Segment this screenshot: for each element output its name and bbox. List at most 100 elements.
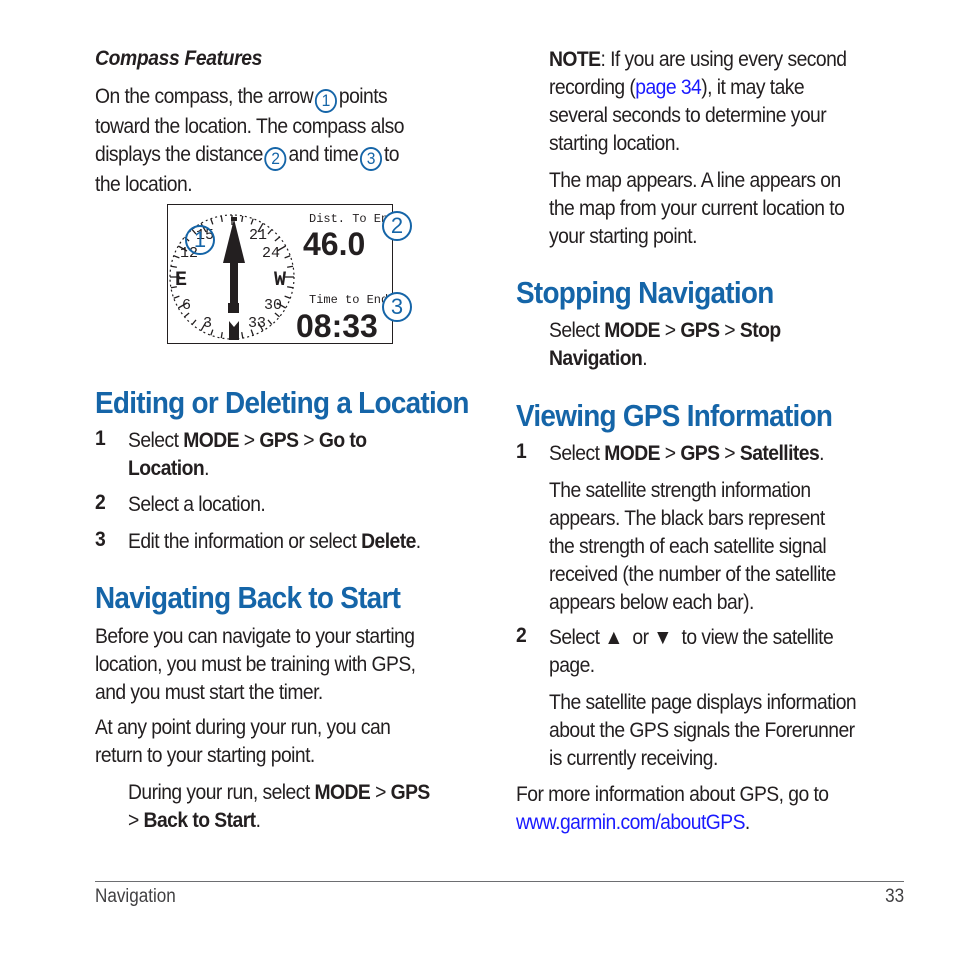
text: location, you must be training with GPS,	[95, 653, 416, 676]
time-label: Time to End	[309, 293, 388, 307]
text: .	[642, 347, 648, 370]
text: >	[298, 429, 319, 452]
text: page.	[549, 654, 595, 677]
text: The map appears. A line appears on	[549, 169, 841, 192]
down-arrow-icon: ▼	[653, 626, 672, 649]
text: points	[338, 85, 388, 108]
text: The satellite page displays information	[549, 691, 857, 714]
menu-gps: GPS	[390, 781, 431, 804]
dial-tick	[287, 286, 294, 289]
figure-callout-2-icon: 2	[382, 211, 412, 241]
text: Select	[549, 319, 605, 342]
more-info-paragraph: For more information about GPS, go to ww…	[516, 781, 856, 837]
text: displays the distance	[95, 143, 263, 166]
text: received (the number of the satellite	[549, 563, 836, 586]
dial-tick	[170, 265, 177, 268]
text: starting location.	[549, 132, 680, 155]
back-to-start-para-1: Before you can navigate to your starting…	[95, 623, 443, 707]
text: return to your starting point.	[95, 744, 315, 767]
step-number: 2	[516, 624, 527, 647]
dial-tick	[241, 332, 244, 339]
callout-3-icon: 3	[360, 147, 383, 171]
editing-step-2: Select a location.	[128, 491, 277, 519]
text: Select	[549, 626, 605, 649]
dial-tick	[284, 255, 291, 259]
map-paragraph: The map appears. A line appears on the m…	[549, 167, 870, 251]
dial-label-6: 6	[182, 297, 191, 314]
page-34-link[interactable]: page 34	[635, 76, 702, 99]
menu-stop: Stop	[739, 319, 781, 342]
dial-label-30: 30	[264, 297, 282, 314]
text: to view the satellite	[671, 626, 834, 649]
figure-callout-3-icon: 3	[382, 292, 412, 322]
menu-mode: MODE	[604, 319, 660, 342]
dial-tick	[250, 218, 254, 225]
step-number: 3	[95, 528, 106, 551]
text: Edit the information or select	[128, 530, 362, 553]
compass-arrow-icon	[223, 217, 245, 340]
dist-label: Dist. To End	[309, 212, 393, 226]
text: >	[659, 319, 681, 342]
garmin-gps-link[interactable]: www.garmin.com/aboutGPS	[516, 811, 745, 834]
back-to-start-heading: Navigating Back to Start	[95, 580, 401, 615]
up-arrow-icon: ▲	[604, 626, 623, 649]
time-value: 08:33	[296, 308, 378, 344]
back-to-start-instruction: During your run, select MODE > GPS > Bac…	[128, 779, 456, 835]
footer-divider	[95, 881, 904, 882]
dial-tick	[191, 319, 197, 325]
viewing-step-2: Select ▲ or ▼ to view the satellite page…	[549, 624, 858, 680]
text: about the GPS signals the Forerunner	[549, 719, 855, 742]
menu-delete: Delete	[361, 530, 416, 553]
dial-tick	[173, 255, 180, 259]
text: and you must start the timer.	[95, 681, 323, 704]
text: your starting point.	[549, 225, 697, 248]
text: to	[383, 143, 400, 166]
editing-step-3: Edit the information or select Delete.	[128, 528, 446, 556]
dist-value: 46.0	[303, 226, 365, 262]
menu-satellites: Satellites	[739, 442, 820, 465]
menu-back-to-start: Back to Start	[143, 809, 257, 832]
dial-label-24: 24	[262, 245, 280, 262]
dial-tick	[173, 295, 180, 299]
text: recording (	[549, 76, 636, 99]
step-number: 1	[516, 440, 527, 463]
stopping-instruction: Select MODE > GPS > Stop Navigation.	[549, 317, 801, 373]
text: During your run, select	[128, 781, 315, 804]
text: .	[415, 530, 421, 553]
footer-page-number: 33	[884, 886, 904, 907]
note-paragraph: NOTE: If you are using every second reco…	[549, 46, 872, 158]
dial-tick	[220, 215, 223, 222]
dial-tick	[267, 229, 273, 235]
text: the map from your current location to	[549, 197, 845, 220]
text: Before you can navigate to your starting	[95, 625, 415, 648]
text: >	[659, 442, 681, 465]
note-label: NOTE	[549, 48, 601, 71]
dial-label-w: W	[274, 269, 286, 292]
text: Select	[549, 442, 605, 465]
menu-mode: MODE	[183, 429, 239, 452]
dial-tick	[274, 236, 280, 242]
text: Select a location.	[128, 493, 266, 516]
compass-features-paragraph: On the compass, the arrow 1 points toward …	[95, 83, 431, 199]
dial-label-33: 33	[248, 315, 266, 332]
dial-tick	[267, 319, 273, 325]
back-to-start-para-2: At any point during your run, you can re…	[95, 714, 416, 770]
step-number: 1	[95, 427, 106, 450]
dial-label-e: E	[175, 269, 187, 292]
text: toward the location. The compass also	[95, 115, 404, 138]
footer-section: Navigation	[95, 886, 176, 907]
menu-navigation: Navigation	[549, 347, 643, 370]
text: On the compass, the arrow	[95, 85, 314, 108]
dial-tick	[287, 265, 294, 268]
text: .	[255, 809, 261, 832]
text: several seconds to determine your	[549, 104, 827, 127]
callout-1-icon: 1	[314, 89, 338, 113]
viewing-gps-heading: Viewing GPS Information	[516, 398, 833, 433]
stopping-heading: Stopping Navigation	[516, 275, 774, 310]
text: or	[622, 626, 654, 649]
text: For more information about GPS, go to	[516, 783, 829, 806]
text: .	[204, 457, 209, 480]
step-number: 2	[95, 491, 106, 514]
dial-tick	[284, 295, 291, 299]
dial-tick	[241, 215, 244, 222]
